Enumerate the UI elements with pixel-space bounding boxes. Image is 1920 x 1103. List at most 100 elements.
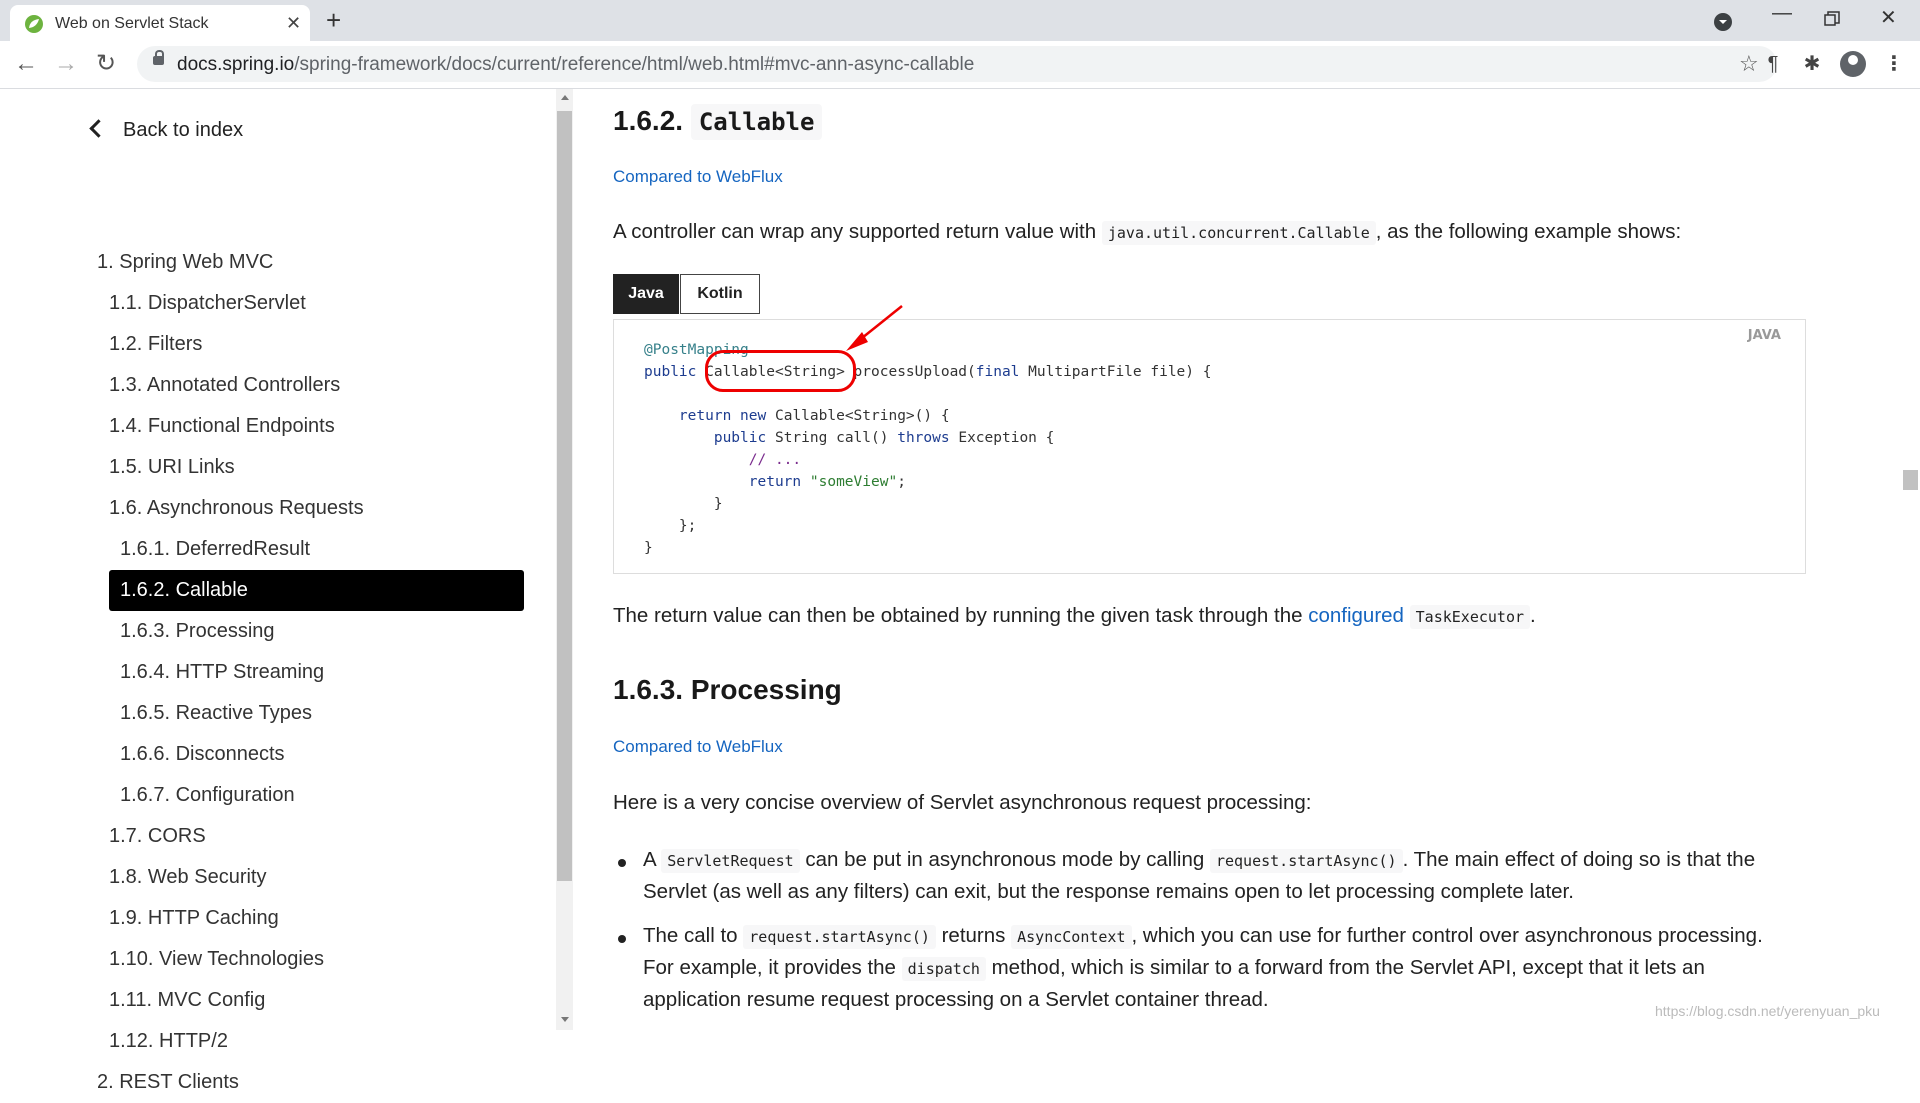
toc-item[interactable]: 1.5. URI Links	[109, 447, 235, 488]
browser-tab[interactable]: Web on Servlet Stack ✕	[10, 5, 310, 41]
configured-link[interactable]: configured	[1308, 604, 1404, 627]
sidebar-scroll-thumb[interactable]	[557, 111, 572, 881]
new-tab-icon[interactable]: +	[326, 6, 341, 34]
toc-item[interactable]: 1.7. CORS	[109, 816, 206, 857]
toc-item[interactable]: 1.11. MVC Config	[109, 980, 265, 1021]
bullet-2-line-2: For example, it provides the dispatch me…	[643, 956, 1705, 981]
inline-code: dispatch	[901, 957, 986, 981]
code-token: String	[774, 430, 828, 446]
forward-arrow-icon[interactable]: →	[54, 50, 78, 78]
tab-java[interactable]: Java	[613, 274, 679, 314]
toc-item[interactable]: 1.8. Web Security	[109, 857, 266, 898]
code-token: // ...	[748, 452, 802, 468]
extensions-puzzle-icon[interactable]: ✱	[1801, 53, 1823, 75]
toc-item[interactable]: 1.2. Filters	[109, 324, 202, 365]
intro-text-end: , as the following example shows:	[1375, 220, 1682, 243]
extension-paragraph-icon[interactable]: ¶	[1762, 53, 1784, 75]
browser-toolbar: ← → ↻ docs.spring.io/spring-framework/do…	[0, 41, 1920, 89]
url-path: /spring-framework/docs/current/reference…	[294, 54, 975, 75]
toc-item[interactable]: 1.6.1. DeferredResult	[120, 529, 310, 570]
toc-item[interactable]: 1.6.5. Reactive Types	[120, 693, 312, 734]
url-text[interactable]: docs.spring.io/spring-framework/docs/cur…	[177, 54, 974, 76]
code-token: return	[748, 474, 802, 490]
minimize-icon[interactable]: —	[1772, 2, 1792, 25]
b2-text: For example, it provides the	[643, 956, 896, 979]
code-token: final	[975, 364, 1020, 380]
inline-code: AsyncContext	[1011, 925, 1132, 949]
inline-code: ServletRequest	[661, 849, 800, 873]
section-heading-callable: 1.6.2. Callable	[613, 104, 823, 140]
bullet-1-line-2: Servlet (as well as any filters) can exi…	[643, 880, 1574, 903]
page-scroll-thumb[interactable]	[1903, 470, 1918, 490]
bullet-2-line-3: application resume request processing on…	[643, 988, 1269, 1011]
tab-bar: Web on Servlet Stack ✕ + — ✕	[0, 0, 1920, 41]
code-token: processUpload(	[853, 364, 976, 380]
red-highlight-circle	[705, 350, 856, 392]
bookmark-star-icon[interactable]: ☆	[1739, 51, 1759, 77]
code-token: Callable<String>() {	[774, 408, 950, 424]
code-token: return	[678, 408, 732, 424]
compared-to-webflux-link[interactable]: Compared to WebFlux	[613, 167, 783, 187]
back-to-index-link[interactable]: Back to index	[89, 119, 244, 142]
lock-icon	[153, 50, 164, 65]
url-domain: docs.spring.io	[177, 54, 295, 75]
compared-to-webflux-link-2[interactable]: Compared to WebFlux	[613, 737, 783, 757]
restore-icon[interactable]	[1824, 11, 1840, 27]
toc-item[interactable]: 1.4. Functional Endpoints	[109, 406, 335, 447]
toc-item[interactable]: 2. REST Clients	[97, 1062, 239, 1103]
close-tab-icon[interactable]: ✕	[286, 13, 301, 34]
toc-item[interactable]: 1.6.3. Processing	[120, 611, 275, 652]
profile-avatar[interactable]	[1840, 51, 1866, 77]
code-token: ;	[897, 474, 906, 490]
address-bar[interactable]: docs.spring.io/spring-framework/docs/cur…	[137, 46, 1777, 82]
inline-code: TaskExecutor	[1409, 605, 1531, 629]
tab-kotlin[interactable]: Kotlin	[680, 274, 760, 314]
code-token: new	[740, 408, 767, 424]
toc-item[interactable]: 1.6.4. HTTP Streaming	[120, 652, 324, 693]
toc-sidebar: Back to index 1. Spring Web MVC 1.1. Dis…	[0, 89, 556, 1093]
section-number: 1.6.2.	[613, 105, 684, 136]
bullet-1-line-1: A ServletRequest can be put in asynchron…	[643, 848, 1756, 873]
code-token: throws	[897, 430, 950, 446]
code-token: public	[644, 364, 697, 380]
toc-item[interactable]: 1.6. Asynchronous Requests	[109, 488, 364, 529]
toc-item[interactable]: 1.6.7. Configuration	[120, 775, 295, 816]
toc-item[interactable]: 1.6.6. Disconnects	[120, 734, 285, 775]
toc-item[interactable]: 1.12. HTTP/2	[109, 1021, 228, 1062]
bullet-2-line-1: The call to request.startAsync() returns…	[643, 924, 1763, 949]
code-token: }	[644, 540, 653, 556]
page-scrollbar[interactable]	[1900, 89, 1920, 1030]
toc-item[interactable]: 1.3. Annotated Controllers	[109, 365, 340, 406]
reload-icon[interactable]: ↻	[96, 50, 116, 78]
section-code-title: Callable	[690, 104, 823, 140]
b2-text: , which you can use for further control …	[1131, 924, 1763, 947]
b1-text: can be put in asynchronous mode by calli…	[805, 848, 1205, 871]
code-token: Exception {	[958, 430, 1055, 446]
toc-item[interactable]: 1. Spring Web MVC	[97, 242, 273, 283]
toc-item-active[interactable]: 1.6.2. Callable	[109, 570, 524, 611]
back-arrow-icon[interactable]: ←	[14, 50, 38, 78]
code-token: MultipartFile file) {	[1028, 364, 1212, 380]
b2-text: The call to	[643, 924, 738, 947]
scroll-up-arrow-icon[interactable]	[561, 95, 569, 100]
after-text-end: .	[1530, 604, 1536, 627]
toc-item[interactable]: 1.9. HTTP Caching	[109, 898, 279, 939]
tab-search-icon[interactable]	[1713, 12, 1733, 32]
b1-text: . The main effect of doing so is that th…	[1402, 848, 1756, 871]
inline-code: request.startAsync()	[743, 925, 936, 949]
section-heading-processing: 1.6.3. Processing	[613, 674, 842, 705]
overview-paragraph: Here is a very concise overview of Servl…	[613, 791, 1312, 814]
code-token: };	[678, 518, 697, 534]
toc-item[interactable]: 1.10. View Technologies	[109, 939, 324, 980]
toc-item[interactable]: 1.1. DispatcherServlet	[109, 283, 306, 324]
code-language-label: JAVA	[1747, 328, 1781, 343]
close-window-icon[interactable]: ✕	[1880, 5, 1897, 30]
back-label: Back to index	[123, 119, 244, 141]
b2-text: returns	[941, 924, 1006, 947]
intro-text: A controller can wrap any supported retu…	[613, 220, 1097, 243]
menu-kebab-icon[interactable]: ⋮	[1883, 53, 1905, 75]
after-text: The return value can then be obtained by…	[613, 604, 1303, 627]
scroll-down-arrow-icon[interactable]	[561, 1017, 569, 1022]
intro-paragraph: A controller can wrap any supported retu…	[613, 220, 1682, 245]
spring-leaf-icon	[25, 15, 43, 33]
